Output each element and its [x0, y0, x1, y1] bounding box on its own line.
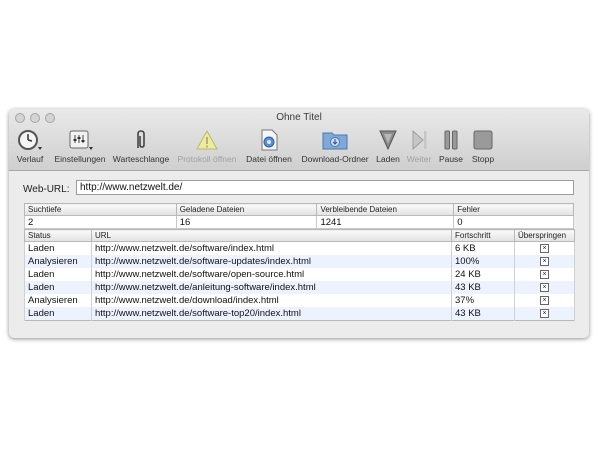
table-row[interactable]: Laden http://www.netzwelt.de/software/in… — [24, 241, 575, 255]
toolbar-label: Warteschlange — [112, 154, 170, 164]
stats-value-remaining: 1241 — [316, 215, 455, 229]
row-url: http://www.netzwelt.de/software/index.ht… — [91, 241, 452, 255]
clock-icon — [17, 129, 43, 156]
skip-checkbox[interactable]: × — [540, 269, 549, 279]
table-row[interactable]: Analysieren http://www.netzwelt.de/downl… — [24, 294, 575, 307]
toolbar: Ohne Titel Verlauf Einstellungen Wartesc… — [9, 109, 589, 171]
folder-icon — [322, 129, 348, 156]
jobs-header-status[interactable]: Status — [24, 229, 92, 242]
skip-checkbox[interactable]: × — [540, 243, 549, 253]
row-skip-cell: × — [514, 241, 575, 255]
row-url: http://www.netzwelt.de/anleitung-softwar… — [91, 281, 452, 294]
toolbar-label: Weiter — [406, 154, 432, 164]
stats-table: Suchtiefe Geladene Dateien Verbleibende … — [24, 203, 574, 229]
row-status: Laden — [24, 241, 92, 255]
toolbar-label: Datei öffnen — [246, 154, 292, 164]
toolbar-warteschlange-button[interactable]: Warteschlange — [111, 129, 171, 167]
row-status: Analysieren — [24, 294, 92, 307]
row-url: http://www.netzwelt.de/software-updates/… — [91, 255, 452, 268]
row-progress: 43 KB — [451, 281, 515, 294]
toolbar-label: Einstellungen — [54, 154, 106, 164]
toolbar-download-ordner-button[interactable]: Download-Ordner — [298, 129, 372, 167]
row-status: Laden — [24, 281, 92, 294]
jobs-header-skip[interactable]: Überspringen — [514, 229, 575, 242]
stats-header-depth: Suchtiefe — [24, 203, 177, 216]
toolbar-weiter-button[interactable]: Weiter — [405, 129, 433, 167]
stats-value-loaded: 16 — [175, 215, 318, 229]
row-url: http://www.netzwelt.de/software-top20/in… — [91, 307, 452, 321]
jobs-header-progress[interactable]: Fortschritt — [451, 229, 515, 242]
app-window: Ohne Titel Verlauf Einstellungen Wartesc… — [9, 109, 589, 338]
toolbar-laden-button[interactable]: Laden — [375, 129, 401, 167]
window-title: Ohne Titel — [276, 112, 322, 123]
stop-icon — [473, 129, 493, 156]
toolbar-datei-oeffnen-button[interactable]: Datei öffnen — [244, 129, 294, 167]
skip-checkbox[interactable]: × — [540, 308, 549, 318]
stats-value-errors: 0 — [453, 215, 574, 229]
toolbar-stopp-button[interactable]: Stopp — [469, 129, 497, 167]
table-row[interactable]: Laden http://www.netzwelt.de/software/op… — [24, 268, 575, 281]
row-skip-cell: × — [514, 294, 575, 307]
settings-icon — [66, 129, 94, 156]
table-row[interactable]: Analysieren http://www.netzwelt.de/softw… — [24, 255, 575, 268]
toolbar-protokoll-button[interactable]: Protokoll öffnen — [174, 129, 240, 167]
row-skip-cell: × — [514, 307, 575, 321]
toolbar-label: Verlauf — [16, 154, 44, 164]
toolbar-label: Laden — [376, 154, 400, 164]
pause-icon — [442, 129, 460, 156]
download-arrow-icon — [378, 129, 398, 156]
skip-checkbox[interactable]: × — [540, 295, 549, 305]
skip-checkbox[interactable]: × — [540, 282, 549, 292]
toolbar-label: Pause — [438, 154, 464, 164]
row-skip-cell: × — [514, 268, 575, 281]
toolbar-einstellungen-button[interactable]: Einstellungen — [51, 129, 109, 167]
stats-header-loaded: Geladene Dateien — [175, 203, 318, 216]
url-label: Web-URL: — [23, 184, 70, 195]
warning-icon — [196, 129, 218, 156]
row-skip-cell: × — [514, 255, 575, 268]
jobs-header-url[interactable]: URL — [91, 229, 452, 242]
row-progress: 37% — [451, 294, 515, 307]
stats-header-remaining: Verbleibende Dateien — [316, 203, 455, 216]
row-skip-cell: × — [514, 281, 575, 294]
row-status: Laden — [24, 268, 92, 281]
toolbar-label: Stopp — [471, 154, 495, 164]
row-url: http://www.netzwelt.de/software/open-sou… — [91, 268, 452, 281]
row-progress: 6 KB — [451, 241, 515, 255]
row-progress: 100% — [451, 255, 515, 268]
skip-checkbox[interactable]: × — [540, 256, 549, 266]
play-icon — [410, 129, 428, 156]
toolbar-pause-button[interactable]: Pause — [437, 129, 465, 167]
table-row[interactable]: Laden http://www.netzwelt.de/software-to… — [24, 307, 575, 321]
url-input[interactable] — [76, 180, 574, 195]
toolbar-label: Protokoll öffnen — [177, 154, 237, 164]
row-progress: 43 KB — [451, 307, 515, 321]
toolbar-verlauf-button[interactable]: Verlauf — [12, 129, 48, 167]
row-progress: 24 KB — [451, 268, 515, 281]
jobs-table: Status URL Fortschritt Überspringen Lade… — [24, 229, 575, 321]
row-status: Analysieren — [24, 255, 92, 268]
toolbar-label: Download-Ordner — [301, 154, 369, 164]
paperclip-icon — [133, 129, 149, 156]
file-icon — [258, 129, 280, 156]
table-row[interactable]: Laden http://www.netzwelt.de/anleitung-s… — [24, 281, 575, 294]
stats-value-depth: 2 — [24, 215, 177, 229]
row-url: http://www.netzwelt.de/download/index.ht… — [91, 294, 452, 307]
row-status: Laden — [24, 307, 92, 321]
stats-header-errors: Fehler — [453, 203, 574, 216]
